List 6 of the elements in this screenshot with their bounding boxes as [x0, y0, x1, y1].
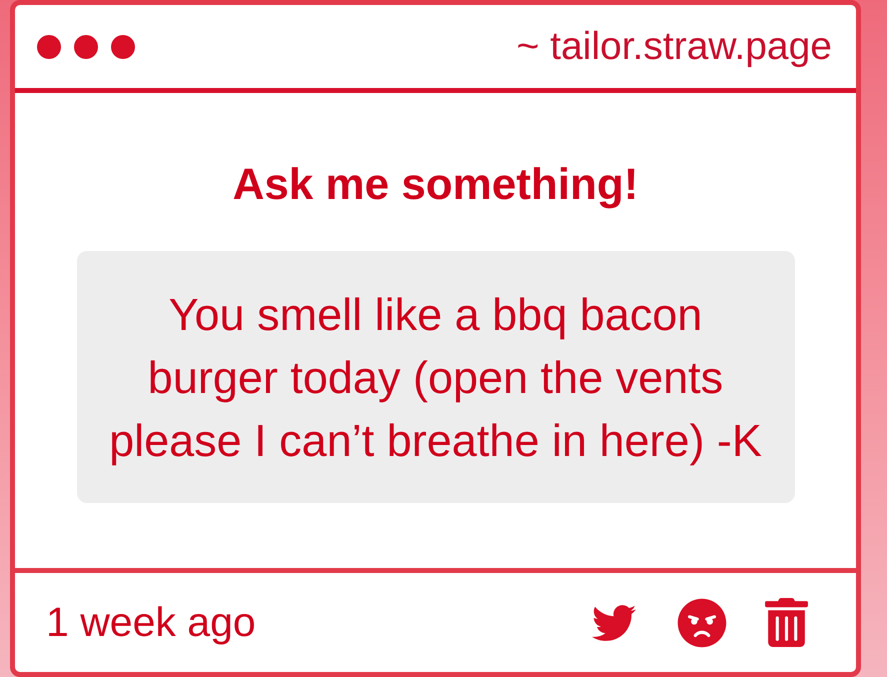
trash-icon[interactable] — [765, 598, 808, 647]
question-text: You smell like a bbq bacon burger today (open the vents please I can’t breathe in here) -K — [109, 288, 762, 468]
card-title: Ask me something! — [232, 163, 638, 207]
timestamp: 1 week ago — [46, 602, 256, 643]
angry-face-icon[interactable] — [677, 598, 727, 648]
page-address: ~ tailor.straw.page — [516, 27, 832, 66]
